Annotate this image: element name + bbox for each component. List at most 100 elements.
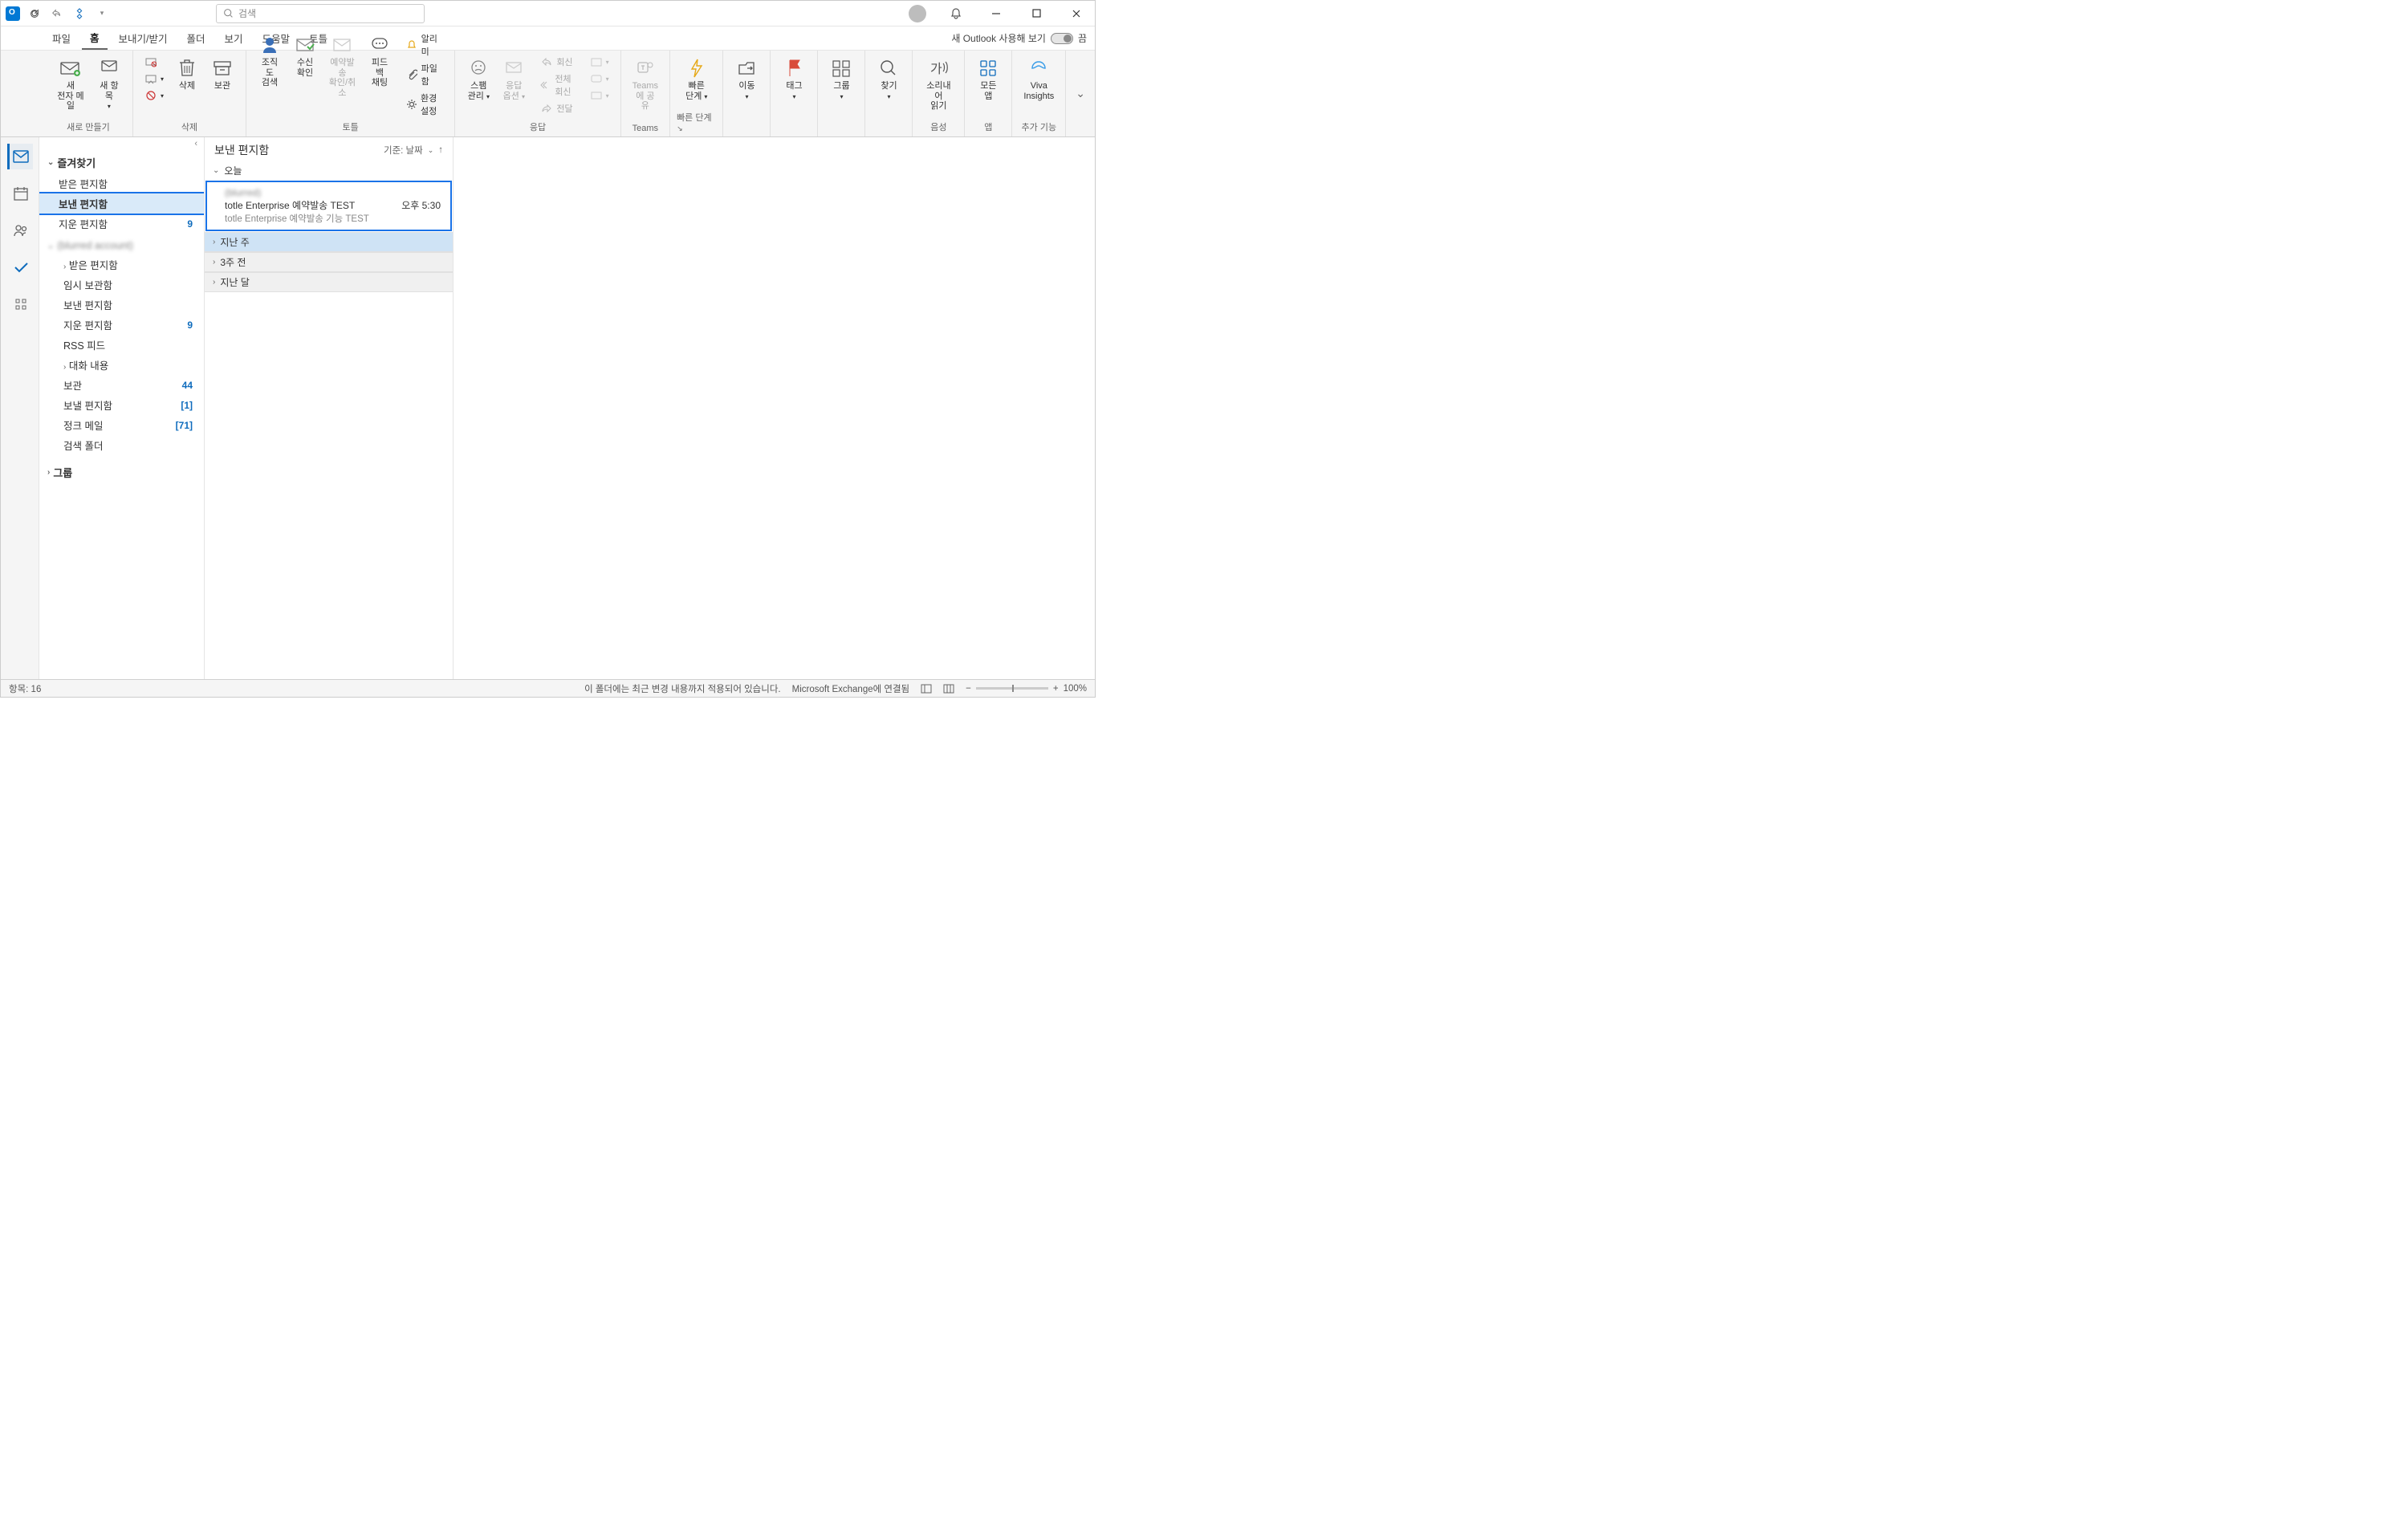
group-title-apps: 앱 [984, 119, 992, 135]
settings-button[interactable]: 환경설정 [401, 90, 448, 119]
folder-archive[interactable]: 보관44 [39, 375, 204, 395]
junk-icon [144, 89, 157, 102]
folder-inbox-fav[interactable]: 받은 편지함 [39, 173, 204, 193]
org-search-button[interactable]: 조직도 검색 [253, 31, 287, 92]
totle-qat-icon[interactable] [71, 6, 87, 22]
menu-folder[interactable]: 폴더 [179, 27, 214, 49]
menu-send-receive[interactable]: 보내기/받기 [111, 27, 176, 49]
nav-more[interactable] [7, 291, 33, 317]
spam-icon [466, 57, 490, 79]
folder-outbox[interactable]: 보낼 편지함[1] [39, 395, 204, 415]
new-items-button[interactable]: 새 항목▾ [92, 54, 126, 115]
move-button[interactable]: 이동▾ [730, 54, 763, 104]
spam-button[interactable]: 스팸 관리 ▾ [462, 54, 495, 104]
search-input[interactable]: 검색 [216, 4, 425, 23]
sync-status: 이 폴더에는 최근 변경 내용까지 적용되어 있습니다. [584, 682, 781, 695]
filebox-button[interactable]: 파일함 [401, 60, 448, 89]
zoom-control[interactable]: − + 100% [966, 684, 1087, 694]
more-respond-button: ▾ [585, 87, 614, 104]
mail-subject: totle Enterprise 예약발송 TEST [225, 198, 355, 212]
date-group-last-month[interactable]: ›지난 달 [205, 272, 453, 292]
connection-status: Microsoft Exchange에 연결됨 [792, 682, 910, 695]
folder-deleted[interactable]: 지운 편지함9 [39, 315, 204, 335]
nav-todo[interactable] [7, 254, 33, 280]
maximize-button[interactable] [1018, 1, 1055, 26]
read-aloud-button[interactable]: 가소리내어 읽기 [919, 54, 958, 115]
find-button[interactable]: 찾기▾ [872, 54, 905, 104]
folder-search[interactable]: 검색 폴더 [39, 435, 204, 455]
nav-people[interactable] [7, 218, 33, 243]
close-button[interactable] [1058, 1, 1095, 26]
nav-mail[interactable] [7, 144, 33, 169]
receipt-button[interactable]: 수신 확인 [288, 31, 322, 81]
view-reading-icon[interactable] [943, 684, 954, 694]
notification-icon[interactable] [938, 1, 974, 26]
minimize-button[interactable] [978, 1, 1015, 26]
outlook-window: ▾ 검색 파일 홈 보내기/받기 폴더 보기 도움말 토틀 새 Outlook … [0, 0, 1096, 698]
folder-junk[interactable]: 정크 메일[71] [39, 415, 204, 435]
junk-button[interactable]: ▾ [140, 87, 169, 104]
folder-rss[interactable]: RSS 피드 [39, 335, 204, 355]
feedback-button[interactable]: 피드백 채팅 [363, 31, 397, 92]
sync-icon[interactable] [26, 6, 43, 22]
qat-overflow-icon[interactable]: ▾ [94, 6, 110, 22]
reading-pane [454, 137, 1095, 679]
menu-file[interactable]: 파일 [44, 27, 79, 49]
ignore-button[interactable] [140, 54, 169, 70]
date-group-today[interactable]: ⌄오늘 [205, 161, 453, 180]
date-group-3w[interactable]: ›3주 전 [205, 252, 453, 272]
folder-deleted-fav[interactable]: 지운 편지함9 [39, 214, 204, 234]
view-normal-icon[interactable] [921, 684, 932, 694]
zoom-minus-icon[interactable]: − [966, 684, 971, 694]
tags-button[interactable]: 태그▾ [777, 54, 811, 104]
schedule-button: 예약발송 확인/취소 [323, 31, 361, 102]
all-apps-button[interactable]: 모든 앱 [971, 54, 1005, 104]
alert-button[interactable]: 알리미 [401, 31, 448, 59]
viva-button[interactable]: Viva Insights [1019, 54, 1059, 104]
sort-control[interactable]: 기준: 날짜⌄↑ [384, 144, 443, 157]
find-icon [877, 57, 901, 79]
new-outlook-toggle[interactable] [1051, 33, 1073, 44]
feedback-icon [368, 34, 392, 56]
ribbon-group-teams: Teams 에 공유 Teams [621, 51, 670, 136]
folder-collapse-handle[interactable]: ‹ [39, 137, 204, 150]
new-mail-button[interactable]: 새 전자 메일 [51, 54, 91, 115]
meeting-icon [590, 55, 603, 68]
folder-inbox[interactable]: › 받은 편지함 [39, 254, 204, 275]
folder-sent-fav[interactable]: 보낸 편지함 [39, 193, 204, 214]
navbar [1, 137, 39, 679]
group-title-addins: 추가 기능 [1022, 119, 1057, 135]
favorites-header[interactable]: ⌄즐겨찾기 [39, 150, 204, 173]
undo-icon[interactable] [49, 6, 65, 22]
all-apps-icon [976, 57, 1000, 79]
folder-drafts[interactable]: 임시 보관함 [39, 275, 204, 295]
menu-view[interactable]: 보기 [217, 27, 251, 49]
zoom-plus-icon[interactable]: + [1053, 684, 1059, 694]
outlook-app-icon [6, 6, 20, 21]
org-icon [258, 34, 282, 56]
ribbon-group-move: 이동▾ [723, 51, 771, 136]
ribbon-group-delete: ▾ ▾ 삭제 보관 삭제 [133, 51, 246, 136]
forward-icon [540, 102, 553, 115]
flag-icon [782, 57, 806, 79]
delete-button[interactable]: 삭제 [170, 54, 204, 95]
ribbon-group-groups: 그룹▾ [818, 51, 865, 136]
archive-button[interactable]: 보관 [205, 54, 239, 95]
groups-header[interactable]: ›그룹 [39, 455, 204, 483]
ribbon-collapse-icon[interactable]: ⌄ [1066, 87, 1095, 100]
quick-steps-button[interactable]: 빠른 단계 ▾ [680, 54, 714, 104]
folder-conversations[interactable]: › 대화 내용 [39, 355, 204, 375]
zoom-slider[interactable] [976, 687, 1048, 690]
folder-sent[interactable]: 보낸 편지함 [39, 295, 204, 315]
cleanup-button[interactable]: ▾ [140, 71, 169, 87]
nav-calendar[interactable] [7, 181, 33, 206]
user-avatar[interactable] [909, 5, 926, 22]
menu-home[interactable]: 홈 [82, 26, 108, 50]
groups-button[interactable]: 그룹▾ [824, 54, 858, 104]
new-outlook-label: 새 Outlook 사용해 보기 [951, 31, 1046, 45]
date-group-last-week[interactable]: ›지난 주 [205, 232, 453, 252]
reply-all-button: 전체 회신 [535, 71, 581, 100]
account-header[interactable]: ⌄(blurred account) [39, 234, 204, 254]
sort-asc-icon[interactable]: ↑ [438, 145, 443, 155]
mail-item-selected[interactable]: (blurred) totle Enterprise 예약발송 TEST오후 5… [205, 181, 452, 231]
